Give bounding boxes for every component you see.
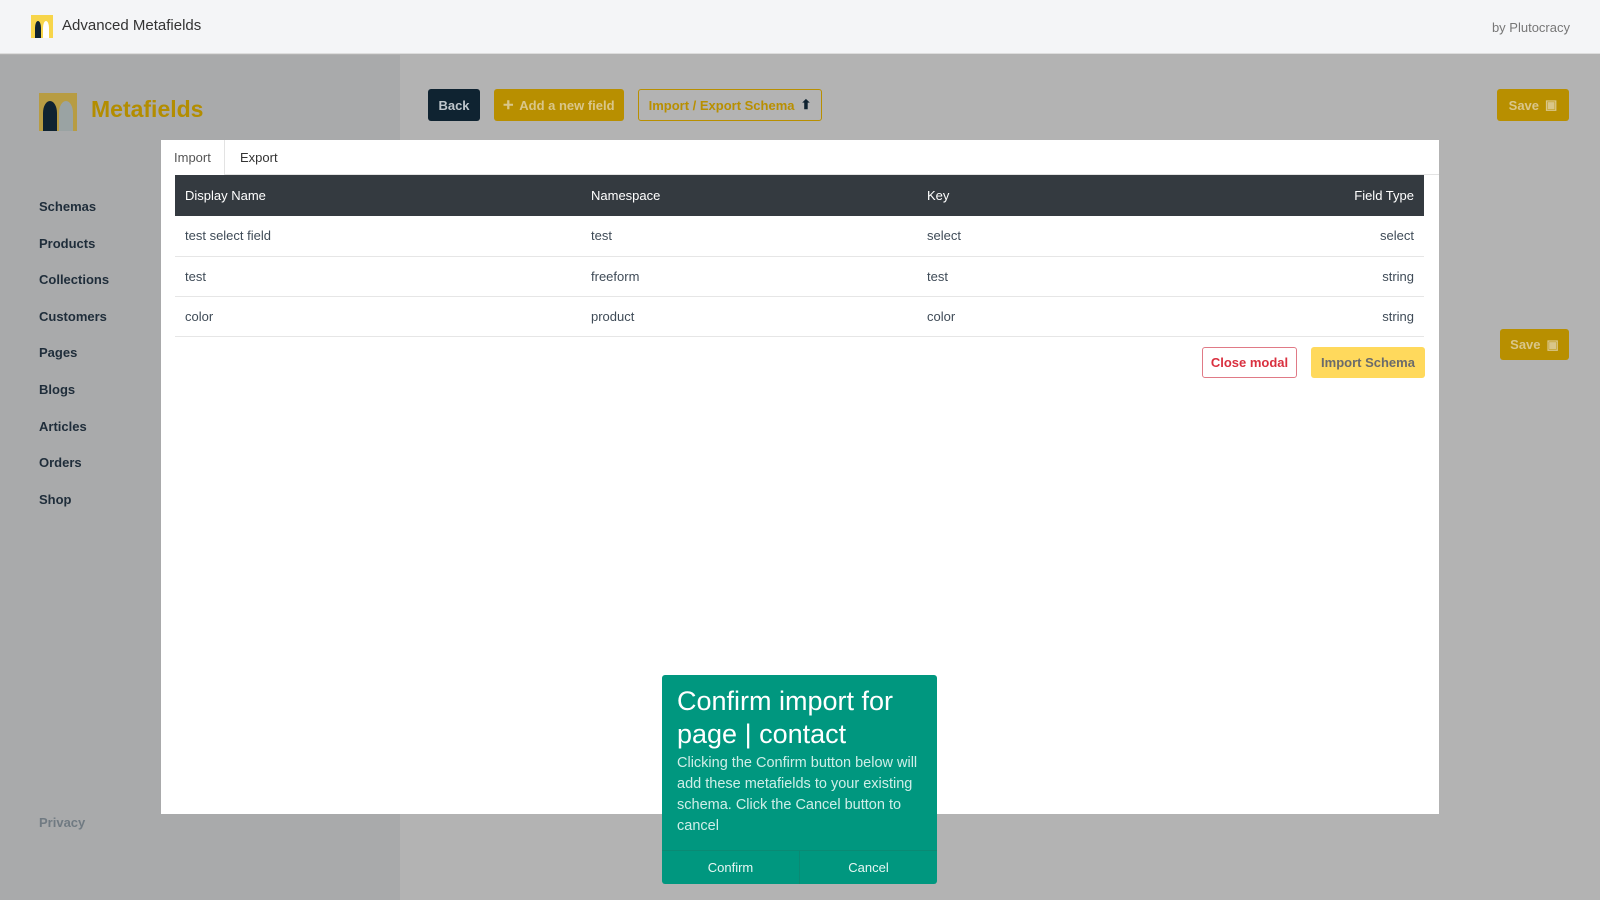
floppy-icon: ▣ xyxy=(1546,336,1559,352)
sidebar-item-orders[interactable]: Orders xyxy=(39,455,82,470)
brand-title: Metafields xyxy=(91,96,204,122)
add-field-label: Add a new field xyxy=(519,97,615,113)
modal-tabs: Import Export xyxy=(161,140,1439,175)
save-label: Save xyxy=(1508,97,1540,113)
tab-export[interactable]: Export xyxy=(227,140,291,175)
close-modal-button[interactable]: Close modal xyxy=(1202,347,1297,378)
top-bar: Advanced Metafields by Plutocracy xyxy=(0,0,1600,54)
table-cell: string xyxy=(1121,296,1424,337)
table-cell: test xyxy=(175,256,581,297)
cancel-button[interactable]: Cancel xyxy=(800,851,937,884)
app-logo xyxy=(31,15,53,38)
table-cell: select xyxy=(1121,216,1424,257)
table-cell: freeform xyxy=(581,256,917,297)
sidebar-item-products[interactable]: Products xyxy=(39,236,95,251)
floppy-icon: ▣ xyxy=(1545,97,1558,112)
sidebar-item-articles[interactable]: Articles xyxy=(39,419,87,434)
sidebar-item-collections[interactable]: Collections xyxy=(39,272,109,287)
back-button[interactable]: Back xyxy=(428,89,480,121)
table-cell: string xyxy=(1121,256,1424,297)
upload-icon: ⬆︎ xyxy=(800,97,812,112)
dialog-title: Confirm import for page | contact xyxy=(677,686,894,749)
table-cell: test select field xyxy=(175,216,581,257)
plus-icon: ➕︎ xyxy=(503,97,514,112)
table-cell: color xyxy=(175,296,581,337)
confirm-button[interactable]: Confirm xyxy=(662,851,800,884)
table-row: test select field test select select xyxy=(175,216,1424,257)
save-button[interactable]: Save ▣ xyxy=(1497,89,1569,121)
privacy-link[interactable]: Privacy xyxy=(39,815,85,830)
col-key: Key xyxy=(917,175,1122,216)
col-namespace: Namespace xyxy=(581,175,917,216)
confirm-dialog: Confirm import for page | contact Clicki… xyxy=(662,675,937,884)
import-export-label: Import / Export Schema xyxy=(648,97,795,113)
dialog-footer: Confirm Cancel xyxy=(662,850,937,884)
save-label: Save xyxy=(1510,337,1541,352)
sidebar-item-shop[interactable]: Shop xyxy=(39,492,72,507)
sidebar-item-blogs[interactable]: Blogs xyxy=(39,382,75,397)
sidebar-item-pages[interactable]: Pages xyxy=(39,345,77,360)
sidebar-item-schemas[interactable]: Schemas xyxy=(39,199,96,214)
save-button-secondary[interactable]: Save ▣ xyxy=(1500,329,1569,360)
import-schema-button[interactable]: Import Schema xyxy=(1311,347,1425,378)
add-field-button[interactable]: ➕︎ Add a new field xyxy=(494,89,624,121)
table-row: color product color string xyxy=(175,296,1424,337)
tab-import[interactable]: Import xyxy=(161,140,225,175)
dialog-body: Clicking the Confirm button below will a… xyxy=(677,755,918,834)
sidebar-item-customers[interactable]: Customers xyxy=(39,309,107,324)
col-display-name: Display Name xyxy=(175,175,581,216)
table-cell: test xyxy=(581,216,917,257)
table-cell: color xyxy=(917,296,1122,337)
schema-table: Display Name Namespace Key Field Type te… xyxy=(175,175,1424,337)
table-row: test freeform test string xyxy=(175,256,1424,297)
table-cell: select xyxy=(917,216,1122,257)
table-cell: test xyxy=(917,256,1122,297)
brand-logo xyxy=(39,93,77,131)
byline: by Plutocracy xyxy=(1491,20,1570,35)
table-cell: product xyxy=(581,296,917,337)
col-field-type: Field Type xyxy=(1121,175,1424,216)
app-title: Advanced Metafields xyxy=(62,17,202,34)
import-export-button[interactable]: Import / Export Schema ⬆︎ xyxy=(638,89,822,121)
